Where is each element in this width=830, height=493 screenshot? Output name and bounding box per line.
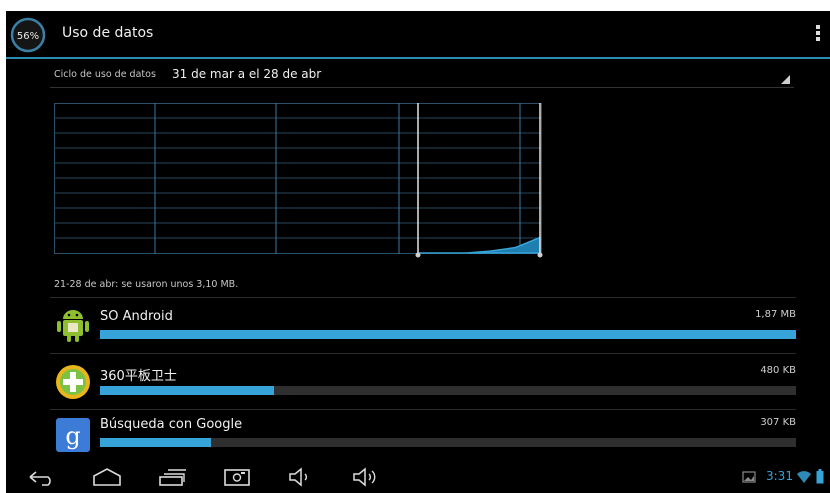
list-divider <box>50 353 796 354</box>
cycle-label: Ciclo de uso de datos <box>54 69 156 80</box>
screenshot-icon[interactable] <box>222 465 252 489</box>
status-clock: 3:31 <box>766 469 793 483</box>
chart-horizontal-gridlines <box>54 117 541 239</box>
data-usage-icon[interactable]: 56% <box>10 17 46 53</box>
list-divider <box>50 297 796 298</box>
app-usage-size: 480 KB <box>760 365 796 376</box>
action-bar-divider <box>6 57 830 59</box>
svg-text:g: g <box>65 422 80 450</box>
screen: 56% Uso de datos Ciclo de uso de datos 3… <box>6 11 830 493</box>
usage-bar-fill <box>100 386 274 395</box>
start-handle-knob[interactable] <box>415 252 421 258</box>
overflow-menu-icon[interactable] <box>816 25 820 43</box>
app-usage-size: 307 KB <box>760 417 796 428</box>
action-bar: 56% Uso de datos <box>6 11 830 57</box>
page-title: Uso de datos <box>62 25 154 41</box>
360-security-icon <box>56 365 90 399</box>
battery-icon <box>816 469 824 484</box>
back-icon[interactable] <box>26 465 58 489</box>
end-handle-knob[interactable] <box>537 252 543 258</box>
list-item-android[interactable]: SO Android 1,87 MB <box>50 301 796 353</box>
usage-bar-fill <box>100 330 796 339</box>
cycle-spinner[interactable]: 31 de mar a el 28 de abr <box>172 67 321 81</box>
usage-chart[interactable] <box>54 103 544 265</box>
app-name: Búsqueda con Google <box>100 417 243 432</box>
usage-bar-track <box>100 386 796 395</box>
app-name: 360平板卫士 <box>100 369 177 384</box>
spinner-arrow-icon[interactable] <box>781 75 790 84</box>
usage-summary: 21-28 de abr: se usaron unos 3,10 MB. <box>54 279 239 290</box>
battery-badge-text: 56% <box>17 31 39 42</box>
navigation-bar: 3:31 <box>6 461 830 493</box>
usage-bar-track <box>100 330 796 339</box>
wifi-icon <box>797 471 811 483</box>
image-notification-icon <box>742 471 756 483</box>
list-item-360[interactable]: 360平板卫士 480 KB <box>50 357 796 409</box>
recent-apps-icon[interactable] <box>156 465 188 489</box>
usage-bar-track <box>100 438 796 447</box>
list-item-google-search[interactable]: g Búsqueda con Google 307 KB <box>50 409 796 461</box>
usage-area <box>418 236 541 254</box>
volume-down-icon[interactable] <box>286 465 314 489</box>
app-usage-size: 1,87 MB <box>755 309 796 320</box>
app-name: SO Android <box>100 309 173 324</box>
google-search-icon: g <box>56 418 90 452</box>
android-icon <box>57 310 89 342</box>
usage-bar-fill <box>100 438 212 447</box>
cycle-divider <box>50 87 794 88</box>
volume-up-icon[interactable] <box>350 465 382 489</box>
home-icon[interactable] <box>90 465 124 489</box>
